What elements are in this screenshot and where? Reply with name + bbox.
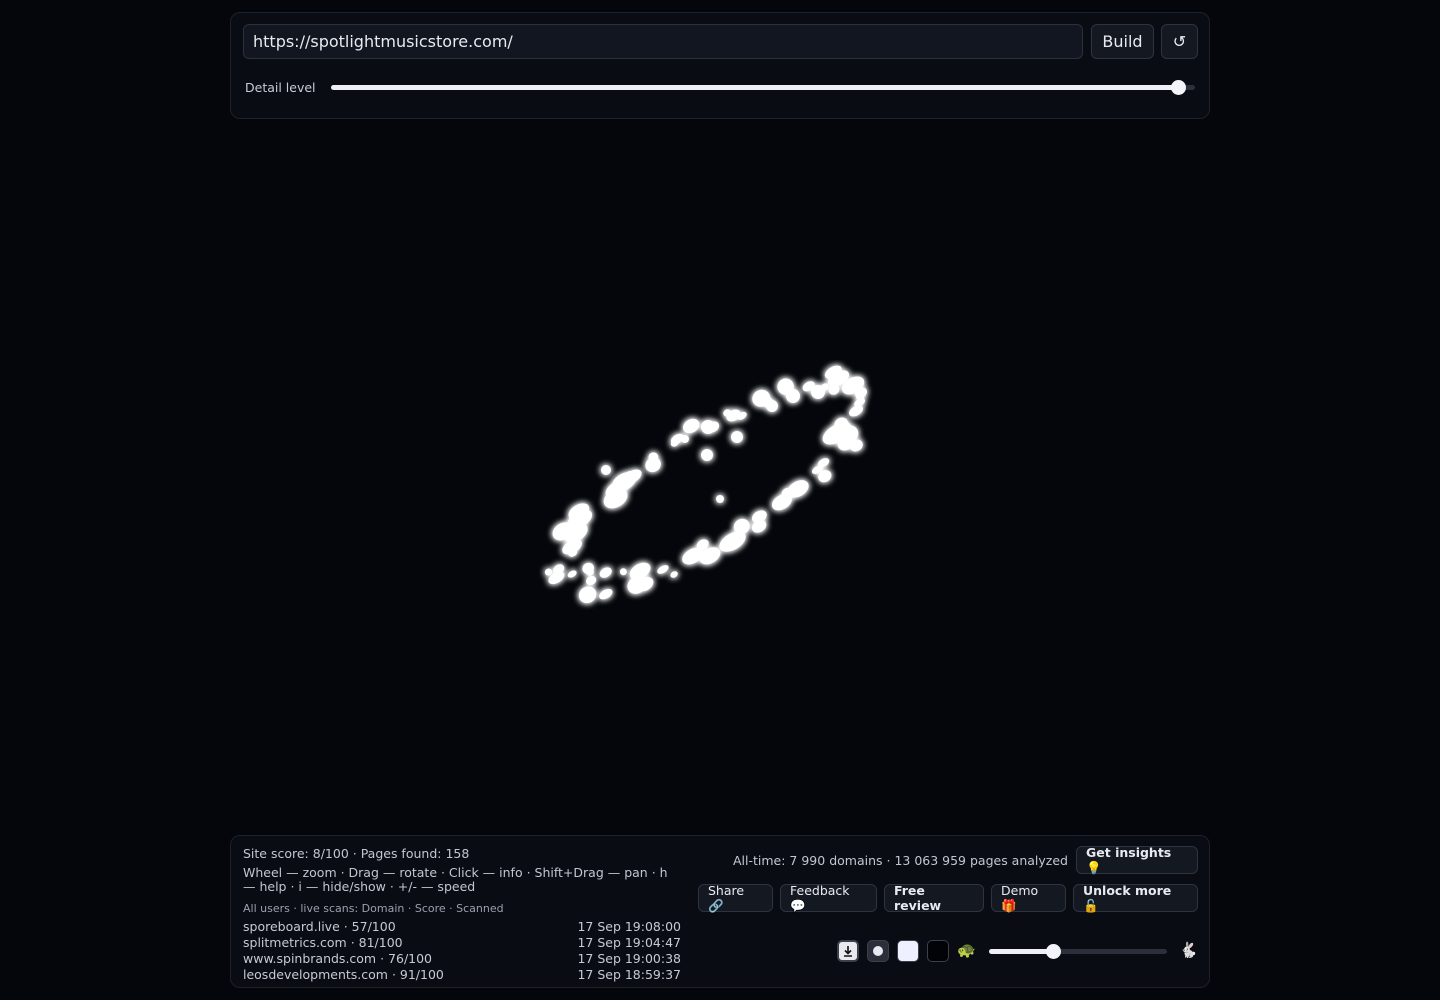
graph-node[interactable]: [598, 565, 614, 580]
free-review-button[interactable]: Free review: [884, 883, 984, 913]
graph-node[interactable]: [597, 587, 614, 602]
graph-node[interactable]: [786, 389, 800, 403]
scan-time: 17 Sep 19:08:00: [577, 919, 681, 934]
light-theme-swatch[interactable]: [897, 940, 919, 962]
graph-node[interactable]: [584, 574, 598, 587]
scan-domain: www.spinbrands.com · 76/100: [243, 951, 433, 966]
graph-node[interactable]: [580, 561, 596, 576]
node-style-toggle[interactable]: [867, 940, 889, 962]
scan-time: 17 Sep 19:04:47: [577, 935, 681, 950]
site-graph-visualization[interactable]: [530, 360, 890, 610]
graph-node[interactable]: [680, 416, 702, 436]
graph-node[interactable]: [701, 420, 715, 434]
detail-level-fill: [331, 85, 1178, 90]
graph-node[interactable]: [619, 567, 629, 577]
graph-node[interactable]: [601, 465, 611, 475]
get-insights-button[interactable]: Get insights 💡: [1076, 845, 1198, 875]
help-text: Wheel — zoom · Drag — rotate · Click — i…: [243, 865, 668, 894]
live-scans-header: All users · live scans: Domain · Score ·…: [243, 902, 504, 915]
download-arrow-icon: [844, 946, 852, 957]
scan-time: 17 Sep 19:00:38: [577, 951, 681, 966]
scan-time: 17 Sep 18:59:37: [577, 967, 681, 982]
scan-domain: splitmetrics.com · 81/100: [243, 935, 403, 950]
graph-node[interactable]: [566, 569, 578, 579]
build-button[interactable]: Build: [1091, 24, 1154, 59]
scan-domain: leosdevelopments.com · 91/100: [243, 967, 444, 982]
graph-node[interactable]: [811, 385, 825, 399]
unlock-more-button[interactable]: Unlock more 🔓: [1073, 883, 1198, 913]
site-score: Site score: 8/100 · Pages found: 158: [243, 846, 470, 861]
feedback-button[interactable]: Feedback 💬: [780, 883, 877, 913]
demo-button[interactable]: Demo 🎁: [991, 883, 1066, 913]
reload-icon[interactable]: ↺: [1161, 24, 1198, 59]
graph-node[interactable]: [731, 431, 743, 443]
detail-level-label: Detail level: [245, 80, 316, 95]
top-panel: Build ↺ Detail level: [230, 12, 1210, 119]
graph-node[interactable]: [656, 563, 670, 575]
bottom-panel: Site score: 8/100 · Pages found: 158 Whe…: [230, 835, 1210, 988]
share-button[interactable]: Share 🔗: [698, 883, 773, 913]
download-icon[interactable]: [837, 940, 859, 962]
graph-node[interactable]: [576, 583, 600, 606]
alltime-stats: All-time: 7 990 domains · 13 063 959 pag…: [733, 853, 1068, 868]
speed-fill: [989, 949, 1054, 954]
scan-domain: sporeboard.live · 57/100: [243, 919, 396, 934]
graph-node[interactable]: [701, 449, 713, 461]
graph-node[interactable]: [766, 400, 778, 412]
detail-level-slider[interactable]: [331, 80, 1195, 95]
graph-node[interactable]: [716, 495, 724, 503]
graph-node[interactable]: [626, 471, 634, 479]
url-input[interactable]: [243, 24, 1083, 59]
graph-node[interactable]: [831, 384, 839, 392]
dark-theme-swatch[interactable]: [927, 940, 949, 962]
turtle-icon: 🐢: [957, 941, 976, 959]
graph-node[interactable]: [669, 570, 679, 579]
speed-thumb[interactable]: [1046, 944, 1062, 959]
dot-icon: [873, 946, 883, 956]
graph-node[interactable]: [681, 435, 689, 443]
detail-level-thumb[interactable]: [1170, 80, 1186, 95]
rabbit-icon: 🐇: [1179, 941, 1198, 959]
speed-slider[interactable]: [989, 944, 1167, 959]
